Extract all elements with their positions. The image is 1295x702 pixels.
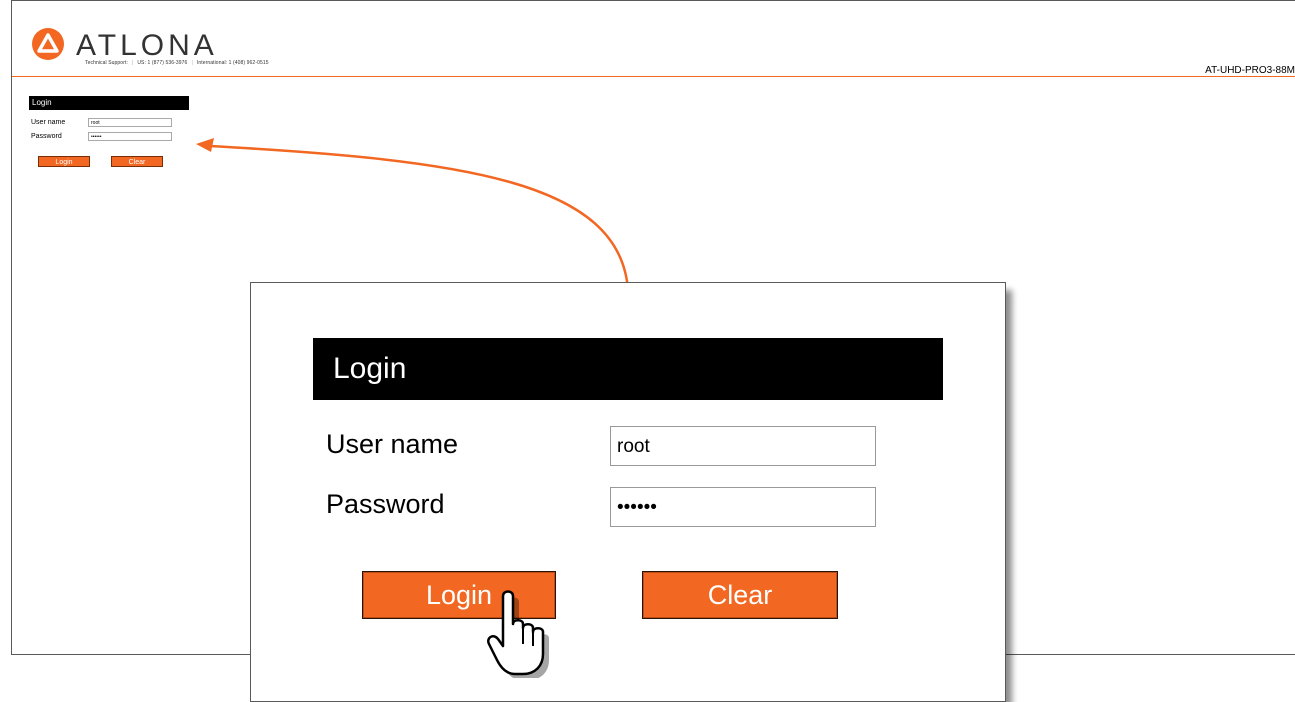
username-input[interactable]: root <box>88 118 172 127</box>
zoomed-login-callout: Login User name root Password •••••• Log… <box>250 282 1006 702</box>
brand-wordmark: ATLONA <box>76 29 218 62</box>
password-label: Password <box>31 133 62 140</box>
zoomed-login-title: Login <box>313 338 943 400</box>
zoomed-password-input[interactable]: •••••• <box>610 487 876 527</box>
zoomed-username-input[interactable]: root <box>610 426 876 466</box>
hand-pointer-icon <box>487 590 549 678</box>
header-divider <box>12 76 1295 77</box>
password-input[interactable]: •••••• <box>88 132 172 141</box>
login-title: Login <box>29 96 189 110</box>
zoomed-clear-button[interactable]: Clear <box>642 571 838 619</box>
atlona-logo-icon: ATLONA <box>32 28 218 62</box>
username-label: User name <box>31 119 66 126</box>
support-us-phone: US: 1 (877) 536-3976 <box>137 60 188 66</box>
model-name: AT-UHD-PRO3-88M <box>1205 65 1295 76</box>
zoomed-password-label: Password <box>326 489 445 519</box>
support-intl-phone: International: 1 (408) 962-0515 <box>196 60 269 66</box>
support-info: Technical Support: | US: 1 (877) 536-3976 |… <box>85 60 269 66</box>
login-panel: Login User name root Password •••••• Log… <box>29 96 189 167</box>
zoomed-username-label: User name <box>326 429 459 459</box>
clear-button[interactable]: Clear <box>111 156 163 167</box>
login-button[interactable]: Login <box>38 156 90 167</box>
support-label: Technical Support: <box>85 60 128 66</box>
